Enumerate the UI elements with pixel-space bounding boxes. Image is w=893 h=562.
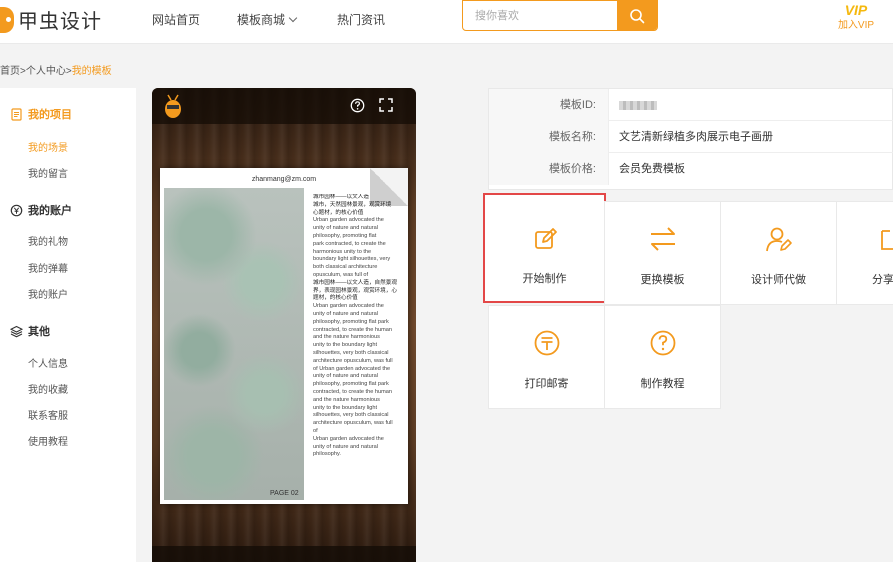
share-button[interactable]: 分享 — [836, 201, 893, 305]
sidebar-group-title: 其他 — [28, 326, 50, 338]
info-row-name: 模板名称: 文艺清新绿植多肉展示电子画册 — [489, 121, 893, 153]
share-label: 分享 — [872, 274, 893, 286]
layers-icon — [10, 325, 23, 337]
template-id-value — [619, 89, 657, 121]
edit-icon — [535, 228, 557, 249]
swap-icon — [651, 227, 675, 251]
template-preview[interactable]: zhanmang@zm.com 城市园林——以文人造 城市，天然园林景观，观赏环… — [152, 88, 416, 562]
info-row-price: 模板价格: 会员免费模板 — [489, 153, 893, 185]
page-text-cn-2: 城市园林——以文人造，自然景观 界，表现园林景观，观赏环境，心 题材，的核心价值 — [313, 279, 397, 302]
sidebar-item-contact-support[interactable]: 联系客服 — [28, 407, 68, 422]
template-name-value: 文艺清新绿植多肉展示电子画册 — [619, 131, 773, 143]
sidebar-group-my-projects: 我的项目 — [10, 106, 72, 122]
help-icon[interactable] — [350, 98, 365, 113]
template-name-label: 模板名称: — [489, 121, 609, 153]
sidebar-group-title: 我的项目 — [28, 109, 72, 121]
designer-service-label: 设计师代做 — [751, 274, 806, 286]
nav-home[interactable]: 网站首页 — [152, 11, 200, 28]
search-button[interactable] — [617, 1, 657, 30]
share-icon — [881, 230, 893, 250]
blurred-id — [619, 100, 657, 110]
chevron-down-icon — [288, 13, 298, 23]
sidebar-item-my-account[interactable]: 我的账户 — [28, 286, 68, 301]
beetle-logo-icon — [165, 94, 181, 118]
question-circle-icon — [650, 330, 676, 356]
user-edit-icon — [766, 227, 792, 252]
page-text-en-2: Urban garden advocated the unity of natu… — [313, 303, 393, 458]
page-text-cn-1: 城市园林——以文人造 城市，天然园林景观，观赏环境 心题材，的核心价值 — [313, 194, 392, 216]
sidebar-item-my-scenes[interactable]: 我的场景 — [28, 139, 68, 154]
join-vip-label: 加入VIP — [837, 20, 875, 31]
start-making-button[interactable]: 开始制作 — [483, 193, 606, 303]
fullscreen-icon[interactable] — [379, 98, 393, 112]
start-making-label: 开始制作 — [522, 273, 567, 285]
sidebar: 我的项目 我的场景 我的留言 我的账户 我的礼物 我的弹幕 我的账户 其他 个人… — [0, 88, 136, 562]
page-body-text: 城市园林——以文人造 城市，天然园林景观，观赏环境 心题材，的核心价值 Urba… — [313, 194, 401, 476]
logo-text: 甲虫设计 — [18, 11, 102, 33]
succulent-photo — [164, 188, 304, 500]
change-template-label: 更换模板 — [640, 274, 685, 286]
sidebar-group-my-account: 我的账户 — [10, 202, 72, 218]
preview-toolbar — [152, 88, 416, 124]
join-vip-button[interactable]: VIP 加入VIP — [833, 0, 879, 36]
sidebar-item-my-favorites[interactable]: 我的收藏 — [28, 381, 68, 396]
nav-hot-news[interactable]: 热门资讯 — [337, 11, 385, 28]
preview-bottom-bar — [152, 546, 416, 562]
sidebar-item-my-danmaku[interactable]: 我的弹幕 — [28, 260, 68, 275]
tutorial-label: 制作教程 — [640, 378, 685, 390]
template-id-label: 模板ID: — [489, 89, 609, 121]
page-text-en-1: Urban garden advocated the unity of natu… — [313, 217, 391, 278]
sidebar-item-tutorial[interactable]: 使用教程 — [28, 433, 68, 448]
page-number: PAGE 02 — [270, 490, 299, 497]
designer-service-button[interactable]: 设计师代做 — [720, 201, 837, 305]
breadcrumb: 首页>个人中心>我的模板 — [0, 62, 112, 77]
breadcrumb-user-center[interactable]: 个人中心 — [26, 66, 66, 77]
search-box — [462, 0, 658, 31]
vip-badge: VIP — [844, 2, 868, 18]
site-logo[interactable]: 甲虫设计 — [0, 5, 102, 34]
template-price-label: 模板价格: — [489, 153, 609, 185]
change-template-button[interactable]: 更换模板 — [604, 201, 721, 305]
document-icon — [11, 107, 22, 121]
print-mail-label: 打印邮寄 — [524, 378, 569, 390]
info-row-id: 模板ID: — [489, 89, 893, 121]
sidebar-group-title: 我的账户 — [28, 205, 72, 217]
template-price-value: 会员免费模板 — [619, 163, 685, 175]
sidebar-item-my-messages[interactable]: 我的留言 — [28, 165, 68, 180]
search-input[interactable] — [463, 1, 617, 30]
beetle-logo-icon — [0, 6, 14, 33]
sidebar-item-my-gifts[interactable]: 我的礼物 — [28, 233, 68, 248]
tutorial-button[interactable]: 制作教程 — [604, 305, 721, 409]
nav-template-market[interactable]: 模板商城 — [237, 11, 298, 28]
breadcrumb-home[interactable]: 首页 — [0, 66, 20, 77]
search-icon — [630, 8, 645, 23]
breadcrumb-current: 我的模板 — [71, 66, 112, 77]
sidebar-item-personal-info[interactable]: 个人信息 — [28, 355, 68, 370]
yen-coin-icon — [10, 204, 23, 216]
template-info-table: 模板ID: 模板名称: 文艺清新绿植多肉展示电子画册 模板价格: 会员免费模板 — [488, 88, 893, 190]
top-header: 甲虫设计 网站首页 模板商城 热门资讯 VIP 加入VIP — [0, 0, 893, 44]
sidebar-group-other: 其他 — [10, 323, 50, 339]
print-mail-button[interactable]: 打印邮寄 — [488, 305, 605, 409]
nav-template-market-label: 模板商城 — [237, 13, 286, 27]
album-page: zhanmang@zm.com 城市园林——以文人造 城市，天然园林景观，观赏环… — [160, 168, 408, 504]
post-mail-icon — [534, 330, 560, 356]
